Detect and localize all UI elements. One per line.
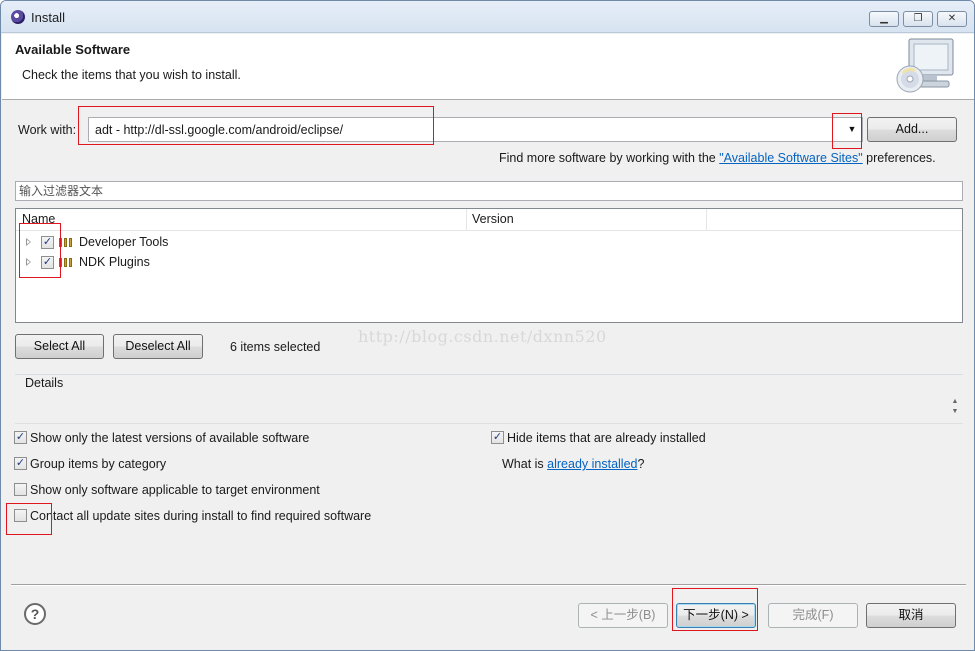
latest-versions-label[interactable]: Show only the latest versions of availab… — [30, 431, 309, 445]
install-monitor-icon — [896, 38, 954, 93]
page-subtitle: Check the items that you wish to install… — [22, 68, 241, 82]
target-environment-label[interactable]: Show only software applicable to target … — [30, 483, 320, 497]
column-divider[interactable] — [706, 209, 707, 231]
target-environment-checkbox[interactable] — [14, 483, 27, 496]
eclipse-icon — [11, 10, 25, 24]
column-divider[interactable] — [466, 209, 467, 231]
software-tree: Name Version ✓ Developer Tools ✓ NDK Plu… — [15, 208, 963, 323]
deselect-all-button[interactable]: Deselect All — [113, 334, 203, 359]
group-by-category-label[interactable]: Group items by category — [30, 457, 166, 471]
title-bar: Install ▁ ❐ ✕ — [1, 1, 974, 33]
maximize-icon: ❐ — [913, 13, 923, 24]
already-installed-link[interactable]: already installed — [547, 457, 637, 471]
page-title: Available Software — [15, 42, 131, 57]
maximize-button[interactable]: ❐ — [903, 11, 933, 27]
watermark-text: http://blog.csdn.net/dxnn520 — [358, 327, 607, 346]
hide-installed-checkbox[interactable]: ✓ — [491, 431, 504, 444]
help-icon: ? — [30, 606, 40, 622]
selection-count: 6 items selected — [230, 340, 321, 354]
expand-arrow-icon[interactable] — [26, 258, 31, 266]
close-icon: ✕ — [947, 13, 957, 24]
install-dialog: Install ▁ ❐ ✕ Available Software Check t… — [0, 0, 975, 651]
select-all-button[interactable]: Select All — [15, 334, 104, 359]
tree-row[interactable]: ✓ NDK Plugins — [16, 253, 962, 273]
scroll-arrows-icon[interactable]: ▲ ▼ — [950, 397, 960, 421]
help-button[interactable]: ? — [24, 603, 46, 625]
what-is-suffix: ? — [637, 457, 645, 471]
work-with-combo[interactable]: adt - http://dl-ssl.google.com/android/e… — [88, 117, 863, 142]
chevron-down-icon[interactable]: ▼ — [842, 118, 862, 141]
work-with-value: adt - http://dl-ssl.google.com/android/e… — [95, 123, 344, 137]
work-with-label: Work with: — [18, 123, 77, 137]
contact-sites-checkbox[interactable] — [14, 509, 27, 522]
minimize-button[interactable]: ▁ — [869, 11, 899, 27]
window-title: Install — [31, 10, 65, 25]
minimize-icon: ▁ — [880, 13, 888, 24]
add-site-button[interactable]: Add... — [867, 117, 957, 142]
finish-button[interactable]: 完成(F) — [768, 603, 858, 628]
back-button[interactable]: < 上一步(B) — [578, 603, 668, 628]
what-is-installed-text: What is already installed? — [502, 457, 644, 471]
find-more-prefix: Find more software by working with the — [499, 151, 720, 165]
what-is-prefix: What is — [502, 457, 548, 471]
find-more-suffix: preferences. — [862, 151, 936, 165]
feature-group-icon — [59, 258, 73, 267]
tree-row[interactable]: ✓ Developer Tools — [16, 233, 962, 253]
hide-installed-label[interactable]: Hide items that are already installed — [507, 431, 706, 445]
contact-sites-label[interactable]: Contact all update sites during install … — [30, 509, 371, 523]
expand-arrow-icon[interactable] — [26, 238, 31, 246]
feature-group-icon — [59, 238, 73, 247]
header-banner: Available Software Check the items that … — [2, 34, 974, 100]
cancel-button[interactable]: 取消 — [866, 603, 956, 628]
footer-separator — [11, 584, 966, 586]
latest-versions-checkbox[interactable]: ✓ — [14, 431, 27, 444]
tree-item-label: NDK Plugins — [79, 255, 150, 269]
tree-header: Name Version — [16, 209, 962, 231]
ndk-plugins-checkbox[interactable]: ✓ — [41, 256, 54, 269]
developer-tools-checkbox[interactable]: ✓ — [41, 236, 54, 249]
column-name[interactable]: Name — [22, 212, 55, 226]
find-more-text: Find more software by working with the "… — [499, 151, 936, 165]
details-label: Details — [23, 376, 66, 390]
available-software-sites-link[interactable]: "Available Software Sites" — [719, 151, 862, 165]
close-button[interactable]: ✕ — [937, 11, 967, 27]
next-button[interactable]: 下一步(N) > — [676, 603, 756, 628]
details-text: ▲ ▼ — [15, 394, 963, 424]
group-by-category-checkbox[interactable]: ✓ — [14, 457, 27, 470]
column-version[interactable]: Version — [472, 212, 514, 226]
tree-item-label: Developer Tools — [79, 235, 169, 249]
filter-input[interactable]: 输入过滤器文本 — [15, 181, 963, 201]
